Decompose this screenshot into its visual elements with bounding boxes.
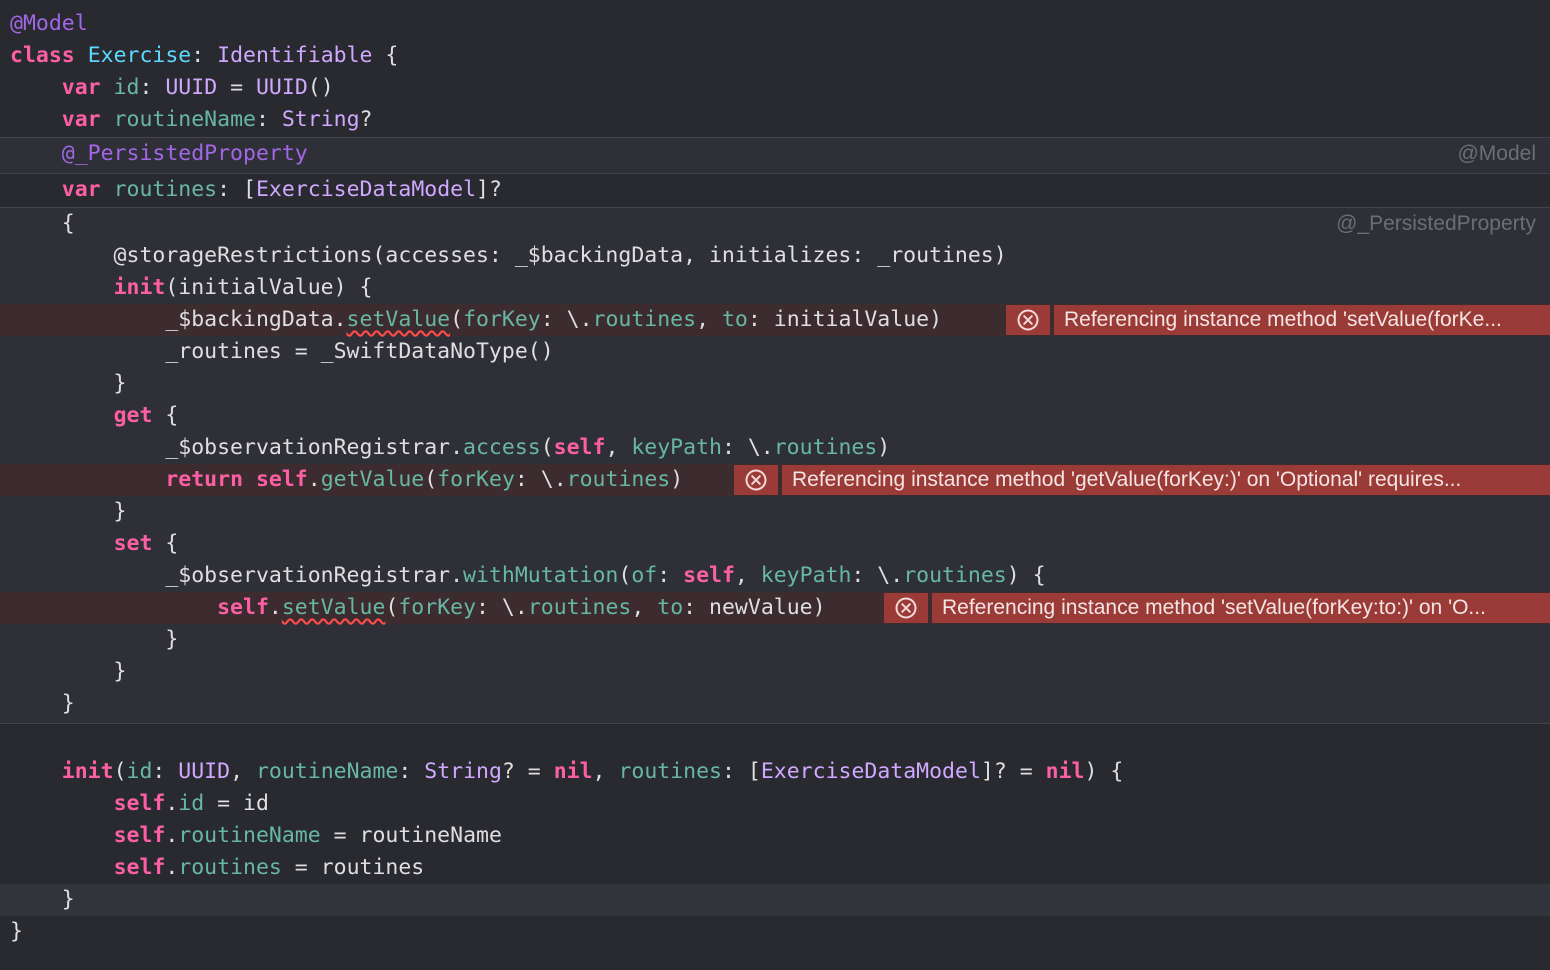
error-circle-x-icon xyxy=(745,469,767,491)
code-line[interactable]: init(initialValue) { xyxy=(0,272,1550,304)
code-line[interactable]: } xyxy=(0,688,1550,720)
code-line[interactable]: @storageRestrictions(accesses: _$backing… xyxy=(0,240,1550,272)
code-line[interactable]: init(id: UUID, routineName: String? = ni… xyxy=(0,756,1550,788)
code-line[interactable]: self.routineName = routineName xyxy=(0,820,1550,852)
code-line[interactable]: _$observationRegistrar.withMutation(of: … xyxy=(0,560,1550,592)
code-line-error[interactable]: self.setValue(forKey: \.routines, to: ne… xyxy=(0,592,1550,624)
error-icon-button[interactable] xyxy=(1006,305,1050,335)
code-line[interactable]: self.id = id xyxy=(0,788,1550,820)
code-line[interactable]: } xyxy=(0,624,1550,656)
code-line[interactable]: } xyxy=(0,368,1550,400)
error-circle-x-icon xyxy=(1017,309,1039,331)
error-message[interactable]: Referencing instance method 'setValue(fo… xyxy=(932,593,1550,623)
code-line[interactable]: var id: UUID = UUID() xyxy=(0,72,1550,104)
code-line[interactable]: } xyxy=(0,496,1550,528)
error-circle-x-icon xyxy=(895,597,917,619)
code-line-error[interactable]: return self.getValue(forKey: \.routines)… xyxy=(0,464,1550,496)
error-icon-button[interactable] xyxy=(734,465,778,495)
error-message[interactable]: Referencing instance method 'setValue(fo… xyxy=(1054,305,1550,335)
error-message[interactable]: Referencing instance method 'getValue(fo… xyxy=(782,465,1550,495)
code-line[interactable]: set { xyxy=(0,528,1550,560)
code-line[interactable]: @Model xyxy=(0,8,1550,40)
code-line[interactable]: var routineName: String? xyxy=(0,104,1550,136)
persisted-property-macro-label[interactable]: @_PersistedProperty xyxy=(1336,208,1536,240)
code-line[interactable]: _routines = _SwiftDataNoType() xyxy=(0,336,1550,368)
code-line[interactable]: var routines: [ExerciseDataModel]? xyxy=(0,174,1550,206)
code-line[interactable]: class Exercise: Identifiable { xyxy=(0,40,1550,72)
code-line-error[interactable]: _$backingData.setValue(forKey: \.routine… xyxy=(0,304,1550,336)
code-line[interactable]: } xyxy=(0,656,1550,688)
code-line[interactable]: } xyxy=(0,916,1550,948)
code-line-current[interactable]: } xyxy=(0,884,1550,916)
code-line[interactable]: self.routines = routines xyxy=(0,852,1550,884)
code-editor[interactable]: @Model class Exercise: Identifiable { va… xyxy=(0,0,1550,970)
error-icon-button[interactable] xyxy=(884,593,928,623)
code-line[interactable]: _$observationRegistrar.access(self, keyP… xyxy=(0,432,1550,464)
code-line[interactable]: @_PersistedProperty @Model xyxy=(0,138,1550,170)
code-line[interactable] xyxy=(0,724,1550,756)
model-macro-label[interactable]: @Model xyxy=(1457,138,1536,170)
code-line[interactable]: { @_PersistedProperty xyxy=(0,208,1550,240)
code-line[interactable]: get { xyxy=(0,400,1550,432)
